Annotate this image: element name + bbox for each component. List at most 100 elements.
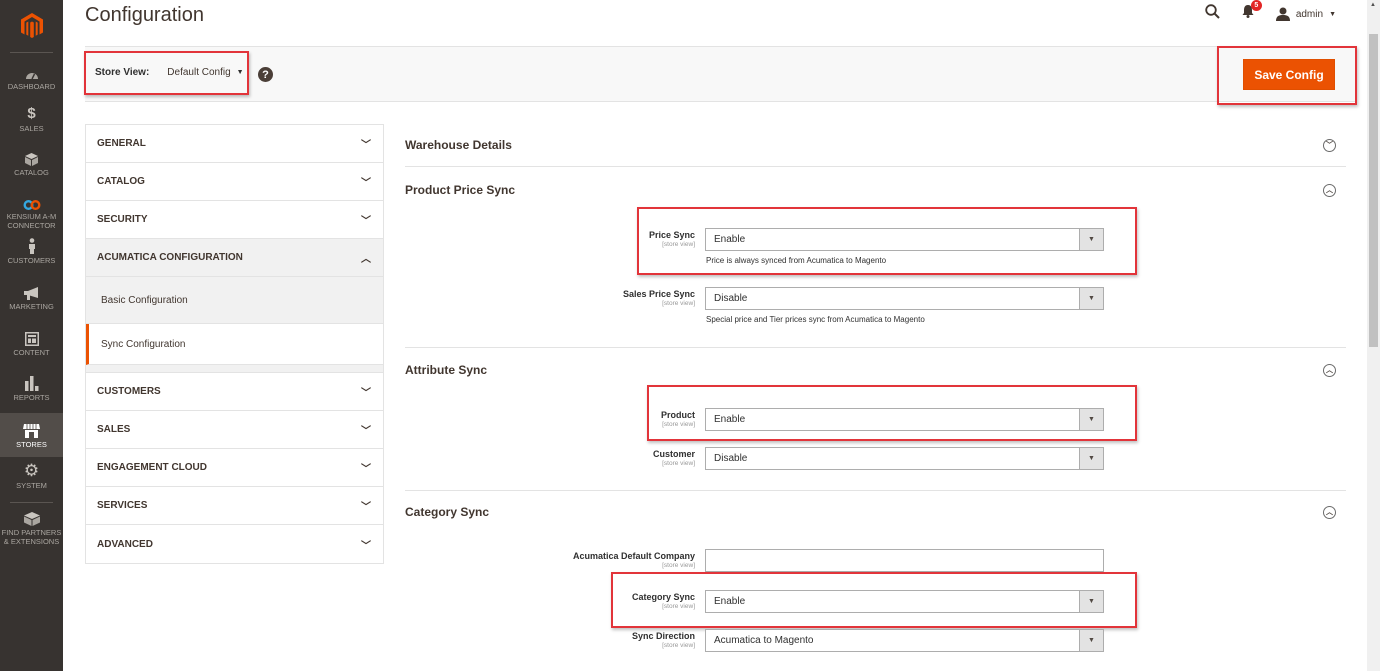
nav-label: STORES bbox=[16, 440, 47, 449]
tab-catalog[interactable]: CATALOG ﹀ bbox=[86, 163, 383, 201]
field-sync-direction: Sync Direction [store view] Acumatica to … bbox=[520, 629, 1104, 652]
tab-label: CUSTOMERS bbox=[97, 386, 161, 397]
notification-count-badge: 5 bbox=[1250, 0, 1262, 11]
nav-label: SYSTEM bbox=[16, 481, 47, 490]
category-sync-select[interactable]: Enable ▼ bbox=[705, 590, 1104, 613]
nav-item-catalog[interactable]: CATALOG bbox=[0, 150, 63, 184]
select-value: Disable bbox=[714, 293, 748, 304]
sales-price-sync-select[interactable]: Disable ▼ bbox=[705, 287, 1104, 310]
caret-down-icon: ▼ bbox=[1079, 229, 1103, 250]
select-value: Enable bbox=[714, 234, 746, 245]
attribute-product-select[interactable]: Enable ▼ bbox=[705, 408, 1104, 431]
nav-item-find-partners[interactable]: FIND PARTNERS & EXTENSIONS bbox=[0, 510, 63, 550]
bar-chart-icon bbox=[24, 375, 39, 391]
tab-label: ACUMATICA CONFIGURATION bbox=[97, 252, 243, 263]
tab-sales[interactable]: SALES ﹀ bbox=[86, 411, 383, 449]
help-icon[interactable]: ? bbox=[258, 67, 273, 82]
tab-advanced[interactable]: ADVANCED ﹀ bbox=[86, 525, 383, 563]
nav-item-sales[interactable]: $ SALES bbox=[0, 106, 63, 140]
caret-down-icon: ▼ bbox=[1079, 630, 1103, 651]
magento-logo-icon bbox=[20, 13, 43, 38]
section-warehouse-details[interactable]: Warehouse Details ﹀ bbox=[405, 138, 1346, 152]
tab-item-basic-configuration[interactable]: Basic Configuration bbox=[86, 277, 383, 324]
field-note: Special price and Tier prices sync from … bbox=[706, 315, 925, 324]
field-note: Price is always synced from Acumatica to… bbox=[706, 256, 887, 265]
scrollbar-thumb[interactable] bbox=[1369, 34, 1378, 347]
caret-down-icon: ▼ bbox=[236, 69, 244, 76]
nav-item-dashboard[interactable]: DASHBOARD bbox=[0, 64, 63, 98]
nav-item-marketing[interactable]: MARKETING bbox=[0, 284, 63, 318]
tab-customers[interactable]: CUSTOMERS ﹀ bbox=[86, 373, 383, 411]
field-attribute-product: Product [store view] Enable ▼ bbox=[520, 408, 1104, 431]
tab-engagement-cloud[interactable]: ENGAGEMENT CLOUD ﹀ bbox=[86, 449, 383, 487]
tab-label: CATALOG bbox=[97, 176, 145, 187]
caret-down-icon: ▼ bbox=[1079, 288, 1103, 309]
tab-label: GENERAL bbox=[97, 138, 146, 149]
chevron-down-icon: ▼ bbox=[1329, 10, 1336, 18]
search-icon[interactable] bbox=[1205, 4, 1220, 24]
collapse-icon[interactable]: ︿ bbox=[1323, 363, 1336, 377]
nav-item-stores[interactable]: STORES bbox=[0, 413, 63, 457]
tab-security[interactable]: SECURITY ﹀ bbox=[86, 201, 383, 239]
nav-divider bbox=[10, 52, 53, 53]
store-view-switcher[interactable]: Store View: Default Config ▼ bbox=[95, 67, 244, 78]
tab-item-label: Basic Configuration bbox=[101, 294, 188, 306]
collapse-icon[interactable]: ︿ bbox=[1323, 183, 1336, 197]
collapse-icon[interactable]: ︿ bbox=[1323, 505, 1336, 519]
magento-logo[interactable] bbox=[0, 0, 63, 52]
nav-label: MARKETING bbox=[9, 302, 54, 311]
nav-item-content[interactable]: CONTENT bbox=[0, 330, 63, 364]
section-title: Warehouse Details bbox=[405, 138, 512, 152]
admin-user-menu[interactable]: admin ▼ bbox=[1275, 7, 1336, 21]
nav-item-system[interactable]: ⚙ SYSTEM bbox=[0, 461, 63, 497]
price-sync-select[interactable]: Enable ▼ bbox=[705, 228, 1104, 251]
section-category-sync[interactable]: Category Sync ︿ bbox=[405, 505, 1346, 519]
tab-label: SALES bbox=[97, 424, 131, 435]
section-title: Attribute Sync bbox=[405, 363, 488, 377]
megaphone-icon bbox=[23, 284, 40, 300]
page-actions-toolbar: Store View: Default Config ▼ ? Save Conf… bbox=[85, 46, 1356, 102]
sync-direction-select[interactable]: Acumatica to Magento ▼ bbox=[705, 629, 1104, 652]
section-divider bbox=[405, 166, 1346, 167]
tab-services[interactable]: SERVICES ﹀ bbox=[86, 487, 383, 525]
user-icon bbox=[1275, 7, 1290, 21]
tab-general[interactable]: GENERAL ﹀ bbox=[86, 125, 383, 163]
tab-acumatica-configuration[interactable]: ACUMATICA CONFIGURATION ︿ bbox=[86, 239, 383, 277]
field-label: Category Sync bbox=[631, 592, 695, 602]
layout-icon bbox=[24, 330, 39, 346]
box-icon bbox=[25, 150, 38, 166]
save-config-button[interactable]: Save Config bbox=[1243, 59, 1335, 90]
gear-icon: ⚙ bbox=[23, 461, 40, 480]
section-attribute-sync[interactable]: Attribute Sync ︿ bbox=[405, 363, 1346, 377]
tab-label: SERVICES bbox=[97, 500, 148, 511]
store-view-value[interactable]: Default Config bbox=[167, 67, 230, 78]
chevron-up-icon: ︿ bbox=[361, 254, 371, 265]
nav-item-reports[interactable]: REPORTS bbox=[0, 375, 63, 409]
caret-down-icon: ▼ bbox=[1079, 448, 1103, 469]
field-label: Sync Direction bbox=[631, 631, 695, 641]
chevron-down-icon: ﹀ bbox=[361, 140, 371, 151]
page-title: Configuration bbox=[85, 4, 204, 26]
tab-group-spacer bbox=[86, 365, 383, 373]
page-scrollbar[interactable]: ▲ bbox=[1367, 0, 1380, 671]
tab-item-sync-configuration[interactable]: Sync Configuration bbox=[86, 324, 383, 365]
nav-label: FIND PARTNERS & EXTENSIONS bbox=[1, 528, 62, 546]
notifications-button[interactable]: 5 bbox=[1242, 0, 1262, 23]
field-label: Sales Price Sync bbox=[622, 289, 695, 299]
section-title: Product Price Sync bbox=[405, 183, 516, 197]
nav-item-kensium-connector[interactable]: KENSIUM A-M CONNECTOR bbox=[0, 194, 63, 232]
expand-icon[interactable]: ﹀ bbox=[1323, 138, 1336, 152]
field-label: Product bbox=[660, 410, 695, 420]
field-scope: [store view] bbox=[662, 603, 695, 610]
section-product-price-sync[interactable]: Product Price Sync ︿ bbox=[405, 183, 1346, 197]
field-category-sync: Category Sync [store view] Enable ▼ bbox=[520, 590, 1104, 613]
connector-icon bbox=[23, 194, 41, 210]
field-scope: [store view] bbox=[662, 562, 695, 569]
acumatica-default-company-input[interactable] bbox=[705, 549, 1104, 572]
scroll-up-arrow-icon[interactable]: ▲ bbox=[1370, 2, 1376, 8]
nav-item-customers[interactable]: CUSTOMERS bbox=[0, 238, 63, 272]
attribute-customer-select[interactable]: Disable ▼ bbox=[705, 447, 1104, 470]
chevron-down-icon: ﹀ bbox=[361, 216, 371, 227]
nav-label: KENSIUM A-M CONNECTOR bbox=[6, 212, 57, 230]
field-label: Customer bbox=[652, 449, 695, 459]
